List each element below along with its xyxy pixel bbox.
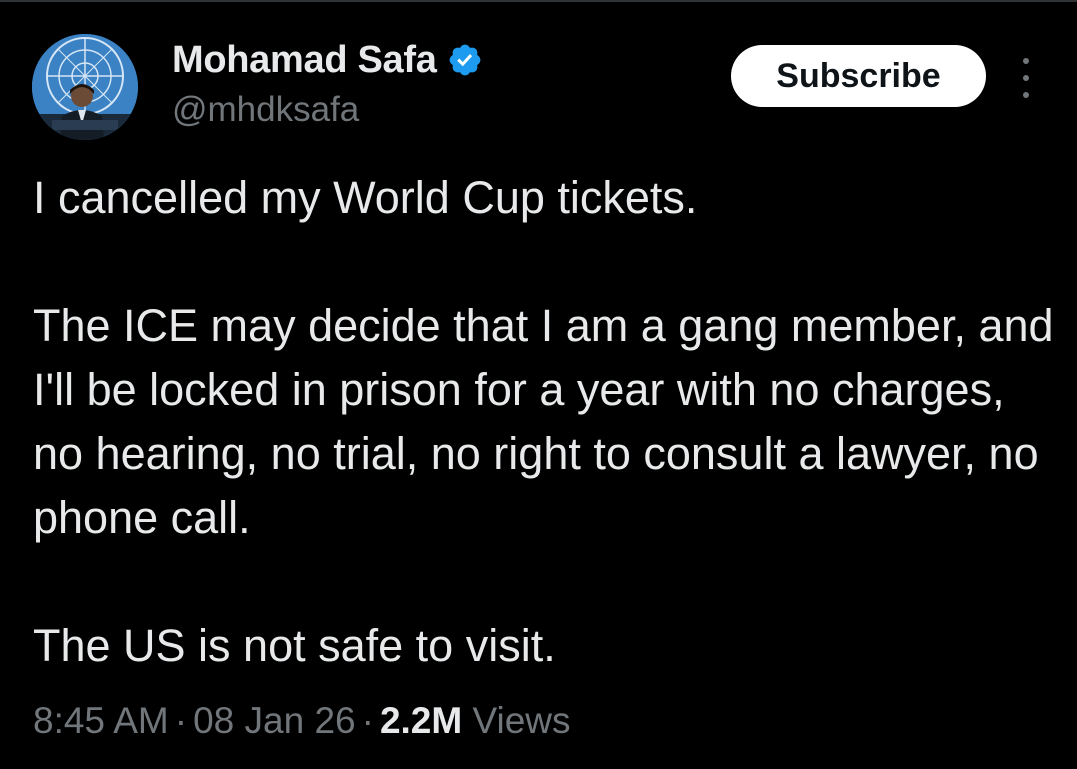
tweet-paragraph: I cancelled my World Cup tickets. [33, 172, 698, 223]
more-dot [1023, 92, 1029, 98]
more-dot [1023, 58, 1029, 64]
subscribe-button[interactable]: Subscribe [731, 45, 986, 107]
tweet-paragraph: The ICE may decide that I am a gang memb… [33, 300, 1054, 543]
author-block: Mohamad Safa @mhdksafa [172, 38, 483, 130]
author-handle[interactable]: @mhdksafa [172, 90, 483, 130]
avatar[interactable] [32, 34, 138, 140]
tweet-date[interactable]: 08 Jan 26 [193, 700, 356, 741]
verified-badge-icon[interactable] [447, 42, 483, 78]
meta-separator: · [174, 700, 188, 741]
author-display-name[interactable]: Mohamad Safa [172, 39, 437, 82]
more-dot [1023, 75, 1029, 81]
tweet-time[interactable]: 8:45 AM [33, 700, 169, 741]
tweet-text: I cancelled my World Cup tickets. The IC… [33, 166, 1063, 678]
avatar-image [32, 34, 138, 140]
meta-separator: · [361, 700, 374, 741]
top-divider [0, 0, 1077, 2]
tweet-paragraph: The US is not safe to visit. [33, 620, 556, 671]
tweet-meta: 8:45 AM · 08 Jan 26 · 2.2M Views [33, 700, 571, 742]
more-vertical-icon[interactable] [1008, 58, 1044, 98]
views-label: Views [472, 700, 571, 741]
views-count[interactable]: 2.2M [380, 700, 462, 741]
author-name-row: Mohamad Safa [172, 38, 483, 82]
